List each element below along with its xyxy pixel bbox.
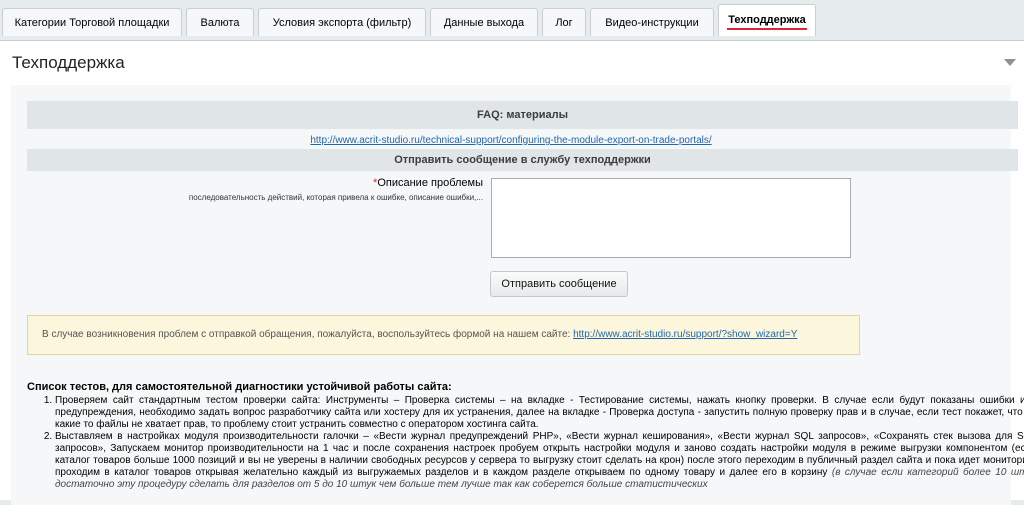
tab-bar: Категории Торговой площадки Валюта Услов… [0, 0, 1024, 40]
support-wizard-link[interactable]: http://www.acrit-studio.ru/support/?show… [573, 329, 797, 340]
faq-link-row: http://www.acrit-studio.ru/technical-sup… [11, 135, 1011, 146]
faq-link[interactable]: http://www.acrit-studio.ru/technical-sup… [310, 135, 711, 146]
tests-list: Проверяем сайт стандартным тестом провер… [27, 395, 1024, 491]
tab-marketplace-categories[interactable]: Категории Торговой площадки [2, 8, 182, 36]
problem-label: Описание проблемы [377, 177, 483, 189]
problem-description-input[interactable] [491, 178, 851, 258]
notice-text: В случае возникновения проблем с отправк… [42, 329, 574, 340]
tab-support[interactable]: Техподдержка [718, 4, 816, 36]
support-content: FAQ: материалы http://www.acrit-studio.r… [11, 85, 1024, 505]
list-item: Проверяем сайт стандартным тестом провер… [55, 395, 1024, 431]
notice-box: В случае возникновения проблем с отправк… [27, 315, 860, 355]
tab-output-data[interactable]: Данные выхода [430, 8, 538, 36]
problem-label-block: *Описание проблемы последовательность де… [111, 177, 483, 202]
collapse-chevron-icon[interactable] [1004, 59, 1016, 66]
support-panel: Техподдержка FAQ: материалы http://www.a… [0, 40, 1024, 505]
faq-header: FAQ: материалы [27, 101, 1018, 129]
page-title: Техподдержка [12, 53, 125, 72]
tab-export-conditions[interactable]: Условия экспорта (фильтр) [258, 8, 426, 36]
list-item: Выставляем в настройках модуля производи… [55, 431, 1024, 491]
problem-hint: последовательность действий, которая при… [188, 193, 483, 202]
tab-log[interactable]: Лог [542, 8, 586, 36]
tests-heading: Список тестов, для самостоятельной диагн… [27, 381, 452, 393]
send-message-button[interactable]: Отправить сообщение [490, 271, 628, 297]
tab-currency[interactable]: Валюта [186, 8, 254, 36]
tab-video-instructions[interactable]: Видео-инструкции [590, 8, 714, 36]
send-message-header: Отправить сообщение в службу техподдержк… [27, 149, 1018, 171]
active-tab-underline [727, 28, 807, 30]
tab-support-label: Техподдержка [728, 14, 806, 26]
